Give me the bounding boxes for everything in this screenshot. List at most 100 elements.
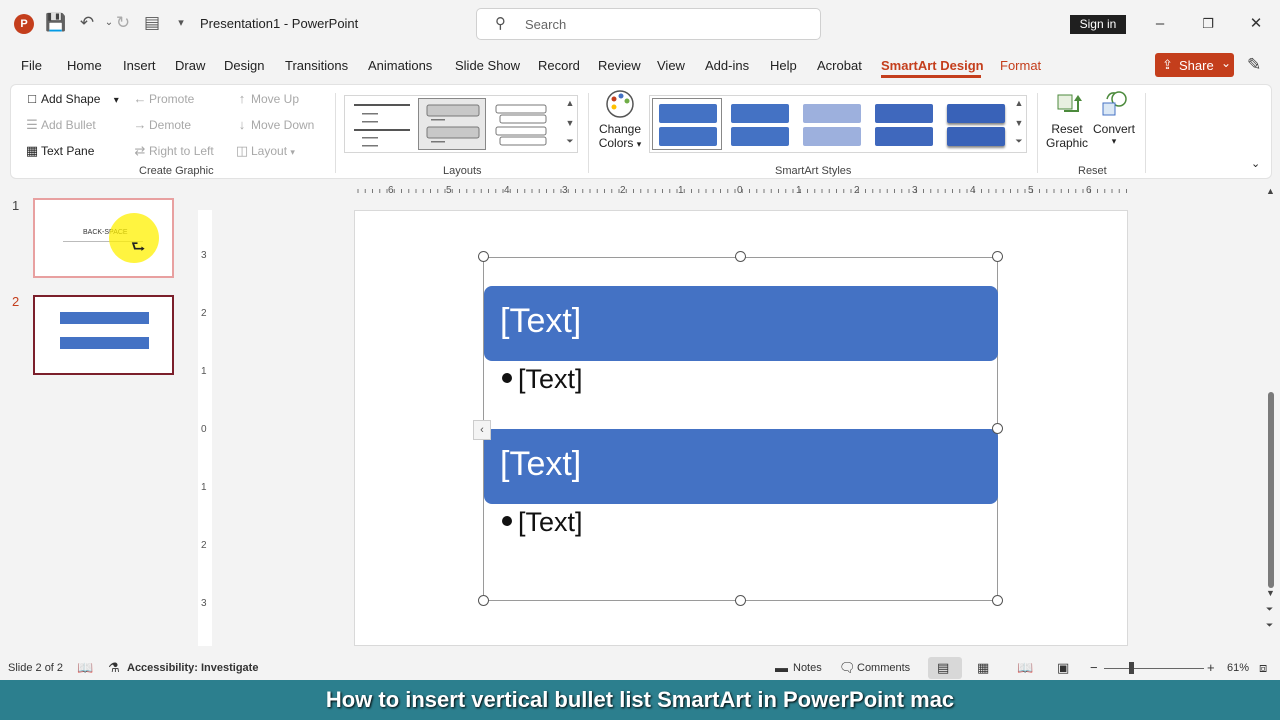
- normal-view-icon[interactable]: ▤: [937, 660, 949, 676]
- minimize-icon[interactable]: –: [1148, 13, 1172, 35]
- move-down-button[interactable]: ↓ Move Down: [233, 117, 315, 132]
- close-icon[interactable]: ✕: [1244, 13, 1268, 35]
- promote-button[interactable]: ← Promote: [131, 91, 195, 106]
- smartart-header-shape-2[interactable]: [Text]: [484, 429, 998, 504]
- style-option-intense-effect[interactable]: [940, 98, 1010, 150]
- tab-insert[interactable]: Insert: [123, 58, 156, 73]
- tab-transitions[interactable]: Transitions: [285, 58, 348, 73]
- tab-slide-show[interactable]: Slide Show: [455, 58, 520, 73]
- customize-toolbar-icon[interactable]: ▾: [170, 12, 192, 34]
- accessibility-status[interactable]: Accessibility: Investigate: [127, 662, 258, 674]
- tab-file[interactable]: File: [21, 58, 42, 73]
- tab-draw[interactable]: Draw: [175, 58, 205, 73]
- tab-record[interactable]: Record: [538, 58, 580, 73]
- slideshow-view-icon[interactable]: ▣: [1057, 660, 1069, 676]
- layout-option-vertical-bullet[interactable]: [347, 98, 415, 150]
- zoom-out-button[interactable]: −: [1090, 660, 1098, 675]
- bullet-dot-icon: [502, 515, 512, 526]
- smartart-bullet-1[interactable]: [Text]: [502, 364, 583, 395]
- restore-icon[interactable]: ❐: [1196, 13, 1220, 35]
- add-bullet-button[interactable]: ☰ Add Bullet: [23, 117, 96, 133]
- gallery-more-icon[interactable]: ⏷: [563, 136, 577, 147]
- fit-to-window-icon[interactable]: ⧈: [1259, 660, 1267, 676]
- present-icon[interactable]: ▤: [141, 12, 163, 34]
- tab-format[interactable]: Format: [1000, 58, 1041, 73]
- gallery-scroll-down-icon[interactable]: ▼: [1012, 118, 1026, 128]
- group-label-smartart-styles: SmartArt Styles: [775, 165, 852, 177]
- convert-button[interactable]: Convert ▾: [1091, 89, 1137, 147]
- zoom-slider-thumb[interactable]: [1129, 662, 1134, 674]
- sign-in-button[interactable]: Sign in: [1070, 15, 1126, 34]
- text-pane-button[interactable]: ▦ Text Pane: [23, 143, 95, 159]
- next-slide-icon[interactable]: ⏷: [1266, 620, 1273, 631]
- style-option-moderate-effect[interactable]: [868, 98, 938, 150]
- search-box[interactable]: ⚲ Search: [476, 8, 821, 40]
- powerpoint-logo-icon: P: [14, 14, 34, 34]
- zoom-in-button[interactable]: +: [1207, 660, 1215, 675]
- gallery-scroll-up-icon[interactable]: ▲: [563, 98, 577, 108]
- tab-review[interactable]: Review: [598, 58, 641, 73]
- slide-sorter-icon[interactable]: ▦: [977, 660, 989, 676]
- resize-handle-bottom-right[interactable]: [992, 595, 1003, 606]
- share-button[interactable]: ⇪ Share ⌄: [1155, 53, 1234, 77]
- resize-handle-top[interactable]: [735, 251, 746, 262]
- vertical-scrollbar[interactable]: ▲ ▼ ⏷ ⏷: [1262, 184, 1280, 656]
- style-option-subtle-effect[interactable]: [796, 98, 866, 150]
- layout-option-stacked-list[interactable]: [489, 98, 557, 150]
- comments-button[interactable]: Comments: [857, 662, 910, 674]
- slide-number: 1: [12, 198, 20, 213]
- layout-preview-icon: [354, 104, 410, 147]
- zoom-slider-track[interactable]: [1104, 668, 1204, 669]
- resize-handle-bottom-left[interactable]: [478, 595, 489, 606]
- gallery-more-icon[interactable]: ⏷: [1012, 136, 1026, 147]
- gallery-scroll-down-icon[interactable]: ▼: [563, 118, 577, 128]
- gallery-scroll-up-icon[interactable]: ▲: [1012, 98, 1026, 108]
- reset-graphic-button[interactable]: Reset Graphic: [1041, 89, 1093, 150]
- book-icon[interactable]: 📖: [77, 660, 93, 676]
- resize-handle-top-left[interactable]: [478, 251, 489, 262]
- scroll-up-icon[interactable]: ▲: [1266, 186, 1275, 196]
- move-up-button[interactable]: ↑ Move Up: [233, 91, 299, 106]
- tab-design[interactable]: Design: [224, 58, 264, 73]
- comments-pen-icon[interactable]: ✎: [1247, 55, 1261, 75]
- collapse-ribbon-icon[interactable]: ⌄: [1251, 157, 1260, 170]
- notes-button[interactable]: Notes: [793, 662, 822, 674]
- resize-handle-bottom[interactable]: [735, 595, 746, 606]
- layout-preview-icon: [495, 104, 547, 146]
- resize-handle-top-right[interactable]: [992, 251, 1003, 262]
- tab-animations[interactable]: Animations: [368, 58, 432, 73]
- smartart-bullet-2[interactable]: [Text]: [502, 507, 583, 538]
- resize-handle-right[interactable]: [992, 423, 1003, 434]
- change-colors-button[interactable]: Change Colors ▾: [595, 89, 645, 150]
- layout-button[interactable]: ◫ Layout ▾: [233, 143, 295, 159]
- zoom-level[interactable]: 61%: [1227, 662, 1249, 674]
- group-label-create-graphic: Create Graphic: [139, 165, 214, 177]
- right-to-left-button[interactable]: ⇄ Right to Left: [131, 143, 214, 159]
- tab-view[interactable]: View: [657, 58, 685, 73]
- tab-home[interactable]: Home: [67, 58, 102, 73]
- redo-icon[interactable]: ↻: [112, 12, 134, 34]
- previous-slide-icon[interactable]: ⏷: [1266, 604, 1273, 615]
- tab-acrobat[interactable]: Acrobat: [817, 58, 862, 73]
- scrollbar-thumb[interactable]: [1268, 392, 1274, 588]
- reset-graphic-icon: [1057, 94, 1082, 112]
- comments-icon: 🗨: [839, 660, 856, 675]
- slide-thumbnail-1[interactable]: BACK-SPACE ⮑: [33, 198, 174, 278]
- demote-button[interactable]: → Demote: [131, 117, 192, 132]
- tab-add-ins[interactable]: Add-ins: [705, 58, 749, 73]
- reading-view-icon[interactable]: 📖: [1017, 660, 1033, 676]
- search-input[interactable]: Search: [525, 17, 566, 32]
- scroll-down-icon[interactable]: ▼: [1266, 588, 1275, 598]
- undo-icon[interactable]: ↶: [76, 12, 98, 34]
- text-pane-toggle-icon[interactable]: ‹: [473, 420, 491, 440]
- chevron-down-icon: ⌄: [1221, 56, 1232, 70]
- add-shape-button[interactable]: □ Add Shape ▾: [23, 91, 119, 106]
- slide-thumbnail-2[interactable]: [33, 295, 174, 375]
- style-option-white-outline[interactable]: [724, 98, 794, 150]
- layout-option-vertical-bullet-list[interactable]: [418, 98, 486, 150]
- tab-smartart-design[interactable]: SmartArt Design: [881, 58, 984, 73]
- smartart-header-shape-1[interactable]: [Text]: [484, 286, 998, 361]
- save-icon[interactable]: 💾: [45, 12, 67, 34]
- style-option-simple-fill[interactable]: [652, 98, 722, 150]
- tab-help[interactable]: Help: [770, 58, 797, 73]
